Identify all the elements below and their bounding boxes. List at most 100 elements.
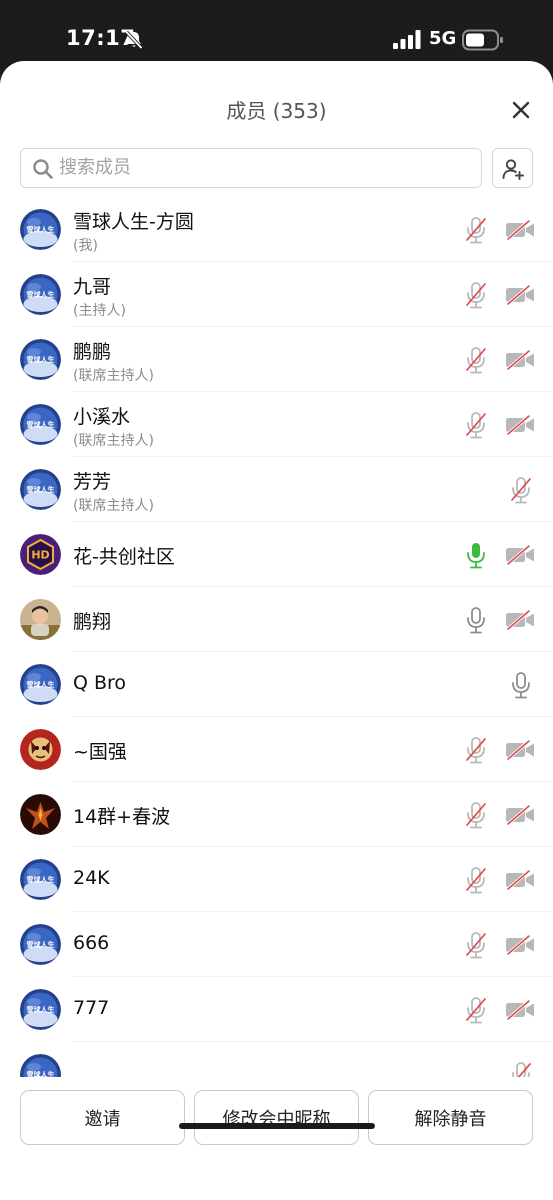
member-role: (主持人) [73, 303, 126, 319]
member-role: (联席主持人) [73, 498, 154, 514]
mic-muted-icon[interactable] [463, 735, 489, 765]
member-list[interactable]: 雪球人生 雪球人生-方圆 (我) 雪球人生 九哥 (主持人) 雪球人生 鹏鹏 (联席主持人) 雪球… [0, 197, 553, 1077]
member-row[interactable]: 14群+春波 [0, 782, 553, 847]
member-role: (我) [73, 238, 98, 254]
signal-icon [393, 30, 421, 49]
member-name: 24K [73, 867, 110, 889]
member-row[interactable]: 鹏翔 [0, 587, 553, 652]
invite-button[interactable]: 邀请 [20, 1090, 185, 1145]
mic-muted-icon[interactable] [463, 800, 489, 830]
member-name: ~国强 [73, 741, 127, 763]
member-row[interactable]: 雪球人生 小溪水 (联席主持人) [0, 392, 553, 457]
mic-muted-icon[interactable] [463, 865, 489, 895]
camera-off-icon[interactable] [505, 804, 535, 826]
snowball-logo-avatar: 雪球人生 [20, 664, 61, 705]
search-input[interactable] [59, 149, 474, 186]
member-name: 666 [73, 932, 110, 954]
member-name: 14群+春波 [73, 806, 171, 828]
hd-hexagon-logo-avatar: HD [20, 534, 61, 575]
svg-text:雪球人生: 雪球人生 [27, 875, 55, 884]
svg-text:雪球人生: 雪球人生 [27, 290, 55, 299]
member-row[interactable]: 雪球人生 24K [0, 847, 553, 912]
svg-text:雪球人生: 雪球人生 [27, 680, 55, 689]
network-type: 5G [429, 28, 457, 49]
camera-off-icon[interactable] [505, 739, 535, 761]
close-icon[interactable] [508, 97, 534, 123]
camera-off-icon[interactable] [505, 284, 535, 306]
snowball-logo-avatar: 雪球人生 [20, 989, 61, 1030]
camera-off-icon[interactable] [505, 609, 535, 631]
snowball-logo-avatar: 雪球人生 [20, 404, 61, 445]
mic-muted-icon[interactable] [463, 930, 489, 960]
member-name: 芳芳 [73, 471, 112, 493]
mic-muted-icon[interactable] [463, 345, 489, 375]
rename-nickname-button[interactable]: 修改会中昵称 [194, 1090, 359, 1145]
member-role: (联席主持人) [73, 368, 154, 384]
unmute-button[interactable]: 解除静音 [368, 1090, 533, 1145]
member-name: 小溪水 [73, 406, 131, 428]
snowball-logo-avatar: 雪球人生 [20, 469, 61, 510]
bell-slash-icon [125, 30, 143, 50]
member-row[interactable]: 雪球人生 芳芳 (联席主持人) [0, 457, 553, 522]
search-icon [33, 159, 53, 179]
snowball-logo-avatar: 雪球人生 [20, 1054, 61, 1077]
red-art-avatar-avatar [20, 729, 61, 770]
member-role: (联席主持人) [73, 433, 154, 449]
mic-muted-icon[interactable] [463, 280, 489, 310]
child-photo-avatar [20, 599, 61, 640]
members-sheet: 成员 (353) 雪球人生雪球人生-方圆(我)雪球人生九哥(主持人)雪球人生鹏鹏… [0, 61, 553, 1200]
mic-speaking-icon[interactable] [463, 540, 489, 570]
svg-text:雪球人生: 雪球人生 [27, 940, 55, 949]
member-row[interactable]: 雪球人生 [0, 1042, 553, 1077]
camera-off-icon[interactable] [505, 544, 535, 566]
status-bar: 17:17 5G [0, 0, 553, 70]
svg-text:HD: HD [31, 549, 49, 562]
svg-text:雪球人生: 雪球人生 [27, 1070, 55, 1077]
svg-text:雪球人生: 雪球人生 [27, 485, 55, 494]
svg-text:雪球人生: 雪球人生 [27, 420, 55, 429]
member-name: 花-共创社区 [73, 546, 175, 568]
member-row[interactable]: 雪球人生 666 [0, 912, 553, 977]
member-name: 雪球人生-方圆 [73, 211, 194, 233]
snowball-logo-avatar: 雪球人生 [20, 339, 61, 380]
snowball-logo-avatar: 雪球人生 [20, 274, 61, 315]
mic-muted-icon[interactable] [508, 475, 534, 505]
mic-muted-icon[interactable] [508, 1060, 534, 1077]
camera-off-icon[interactable] [505, 999, 535, 1021]
sheet-title: 成员 (353) [226, 99, 327, 123]
snowball-logo-avatar: 雪球人生 [20, 859, 61, 900]
camera-off-icon[interactable] [505, 934, 535, 956]
add-member-button[interactable] [492, 148, 533, 188]
mic-muted-icon[interactable] [463, 995, 489, 1025]
member-name: 777 [73, 997, 110, 1019]
member-name: 鹏翔 [73, 611, 112, 633]
member-row[interactable]: 雪球人生 鹏鹏 (联席主持人) [0, 327, 553, 392]
search-box[interactable] [20, 148, 482, 188]
camera-off-icon[interactable] [505, 219, 535, 241]
mic-on-icon[interactable] [508, 670, 534, 700]
member-name: 九哥 [73, 276, 112, 298]
home-indicator [179, 1123, 375, 1129]
svg-text:雪球人生: 雪球人生 [27, 355, 55, 364]
phoenix-avatar-avatar [20, 794, 61, 835]
camera-off-icon[interactable] [505, 414, 535, 436]
member-row[interactable]: 雪球人生 777 [0, 977, 553, 1042]
member-row[interactable]: 雪球人生 Q Bro [0, 652, 553, 717]
svg-text:雪球人生: 雪球人生 [27, 225, 55, 234]
snowball-logo-avatar: 雪球人生 [20, 924, 61, 965]
member-row[interactable]: ~国强 [0, 717, 553, 782]
svg-text:雪球人生: 雪球人生 [27, 1005, 55, 1014]
mic-on-icon[interactable] [463, 605, 489, 635]
battery-icon [462, 29, 503, 51]
member-row[interactable]: 雪球人生 九哥 (主持人) [0, 262, 553, 327]
member-row[interactable]: 雪球人生 雪球人生-方圆 (我) [0, 197, 553, 262]
member-name: 鹏鹏 [73, 341, 112, 363]
add-person-icon [502, 159, 524, 180]
camera-off-icon[interactable] [505, 869, 535, 891]
mic-muted-icon[interactable] [463, 410, 489, 440]
bottom-action-bar: 邀请 修改会中昵称 解除静音 [0, 1077, 553, 1200]
member-name: Q Bro [73, 672, 127, 694]
mic-muted-icon[interactable] [463, 215, 489, 245]
camera-off-icon[interactable] [505, 349, 535, 371]
member-row[interactable]: HD 花-共创社区 [0, 522, 553, 587]
